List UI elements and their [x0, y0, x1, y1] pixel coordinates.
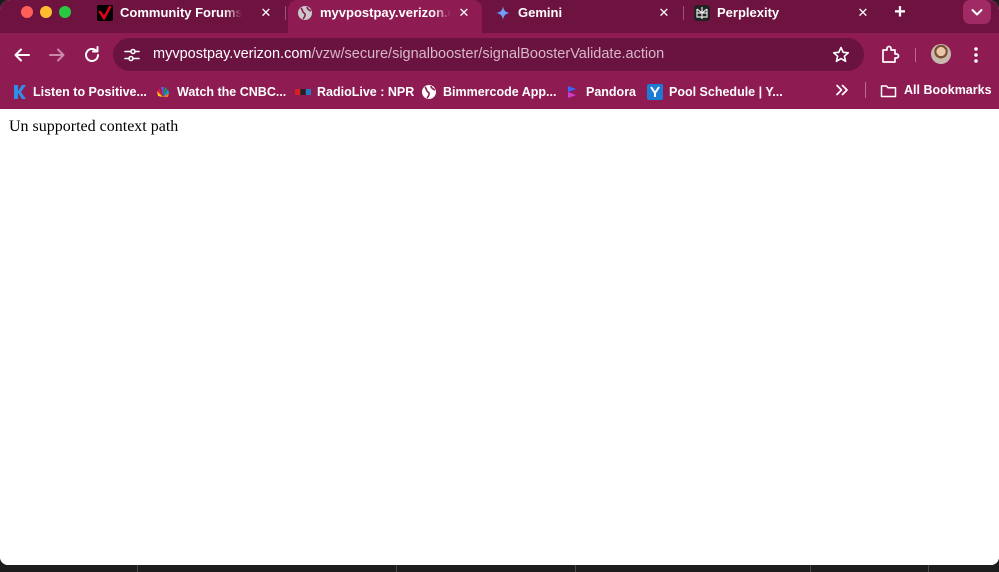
site-info-tune-icon[interactable] — [122, 45, 142, 65]
window-close-button[interactable] — [21, 6, 33, 18]
browser-window: Community Forums - R ✕ myvpostpay.verizo… — [0, 0, 999, 565]
desktop-divider — [810, 565, 811, 572]
desktop-divider — [575, 565, 576, 572]
gemini-sparkle-icon — [496, 6, 510, 20]
tab-search-button[interactable] — [963, 0, 991, 24]
tab-title: Perplexity — [717, 5, 780, 20]
desktop-divider — [928, 565, 929, 572]
bookmark-label: Pool Schedule | Y... — [669, 85, 783, 99]
bookmark-star-icon[interactable] — [831, 45, 851, 65]
error-message: Un supported context path — [9, 118, 179, 135]
bookmark-label: Watch the CNBC... — [177, 85, 287, 99]
forward-arrow-icon[interactable] — [45, 43, 69, 67]
window-maximize-button[interactable] — [59, 6, 71, 18]
tab-myvpostpay[interactable]: myvpostpay.verizon.co ✕ — [288, 0, 482, 33]
toolbar: myvpostpay.verizon.com/vzw/secure/signal… — [0, 33, 999, 76]
tab-title: Community Forums - R — [120, 5, 242, 21]
bookmarks-overflow-chevron-icon[interactable] — [833, 81, 851, 99]
window-minimize-button[interactable] — [40, 6, 52, 18]
desktop-divider — [137, 565, 138, 572]
bookmark-label: RadioLive : NPR — [317, 85, 415, 99]
close-tab-icon[interactable]: ✕ — [258, 5, 274, 21]
url-path: /vzw/secure/signalbooster/signalBoosterV… — [311, 46, 665, 62]
globe-icon — [298, 6, 312, 20]
bookmarks-separator — [865, 82, 866, 98]
k-love-icon — [14, 85, 26, 99]
bookmark-label: Pandora — [586, 85, 637, 99]
extensions-puzzle-icon[interactable] — [879, 43, 901, 65]
kebab-menu-icon[interactable] — [968, 44, 984, 66]
reload-icon[interactable] — [80, 43, 104, 67]
tab-community-forums[interactable]: Community Forums - R ✕ — [88, 0, 284, 26]
back-arrow-icon[interactable] — [10, 43, 34, 67]
desktop-divider — [396, 565, 397, 572]
desktop-background — [0, 565, 999, 572]
close-tab-icon[interactable]: ✕ — [456, 5, 472, 21]
url-text[interactable]: myvpostpay.verizon.com/vzw/secure/signal… — [153, 46, 664, 63]
tab-title: myvpostpay.verizon.co — [320, 5, 451, 21]
bookmark-label: Bimmercode App... — [443, 85, 557, 99]
tab-separator — [285, 6, 286, 20]
toolbar-separator — [915, 48, 916, 62]
perplexity-icon — [694, 5, 710, 21]
globe-icon — [422, 85, 436, 99]
chevron-down-icon — [971, 9, 983, 16]
all-bookmarks-label: All Bookmarks — [904, 83, 992, 97]
tab-perplexity[interactable]: Perplexity ✕ — [685, 0, 881, 26]
tab-title: Gemini — [518, 5, 563, 20]
pandora-icon — [568, 86, 576, 98]
profile-avatar[interactable] — [931, 44, 951, 64]
page-content: Un supported context path — [0, 109, 999, 565]
tab-separator — [683, 6, 684, 20]
npr-icon — [295, 89, 311, 95]
tab-strip: Community Forums - R ✕ myvpostpay.verizo… — [0, 0, 999, 33]
verizon-check-icon — [97, 5, 113, 21]
folder-icon — [880, 85, 897, 98]
tab-gemini[interactable]: Gemini ✕ — [486, 0, 682, 26]
address-bar[interactable]: myvpostpay.verizon.com/vzw/secure/signal… — [113, 38, 864, 71]
url-host: myvpostpay.verizon.com — [153, 46, 312, 62]
new-tab-button[interactable]: + — [890, 2, 910, 23]
nbc-peacock-icon — [157, 87, 169, 97]
ymca-icon — [647, 84, 663, 100]
bookmark-label: Listen to Positive... — [33, 85, 147, 99]
close-tab-icon[interactable]: ✕ — [656, 5, 672, 21]
close-tab-icon[interactable]: ✕ — [855, 5, 871, 21]
